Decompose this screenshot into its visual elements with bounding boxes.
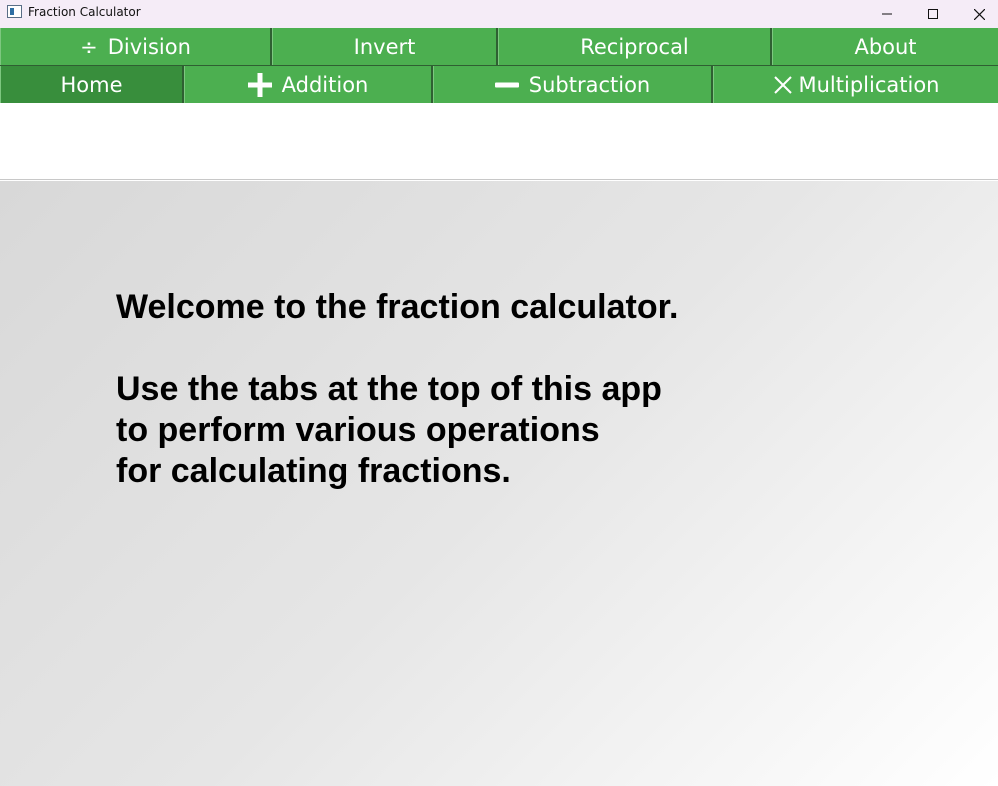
divide-icon: ÷ (80, 34, 98, 59)
tab-division[interactable]: ÷ Division (0, 28, 272, 65)
close-button[interactable] (956, 0, 998, 28)
close-icon (973, 8, 985, 20)
maximize-icon (928, 9, 938, 19)
welcome-line-2: Use the tabs at the top of this app (116, 370, 662, 408)
welcome-line-3: to perform various operations (116, 411, 600, 449)
welcome-line-1: Welcome to the fraction calculator. (116, 288, 679, 326)
maximize-button[interactable] (910, 0, 956, 28)
tab-label: Multiplication (798, 72, 940, 97)
multiply-icon (773, 75, 793, 95)
welcome-line-4: for calculating fractions. (116, 452, 511, 490)
tab-label: Reciprocal (580, 34, 689, 59)
tab-reciprocal[interactable]: Reciprocal (498, 28, 772, 65)
tab-header-strip (0, 103, 998, 180)
tab-subtraction[interactable]: Subtraction (433, 66, 713, 103)
tab-label: Invert (353, 34, 416, 59)
tab-label: Home (60, 72, 123, 97)
home-content-panel: Welcome to the fraction calculator. Use … (0, 181, 998, 786)
title-bar: Fraction Calculator (0, 0, 998, 28)
tab-home[interactable]: Home (0, 66, 184, 103)
window-title: Fraction Calculator (28, 5, 141, 19)
tab-label: Addition (281, 72, 369, 97)
tab-row-bottom: Home Addition Subtraction Multiplication (0, 66, 998, 103)
tab-row-top: ÷ Division Invert Reciprocal About (0, 28, 998, 65)
minimize-button[interactable] (864, 0, 910, 28)
tab-addition[interactable]: Addition (184, 66, 433, 103)
tab-invert[interactable]: Invert (272, 28, 498, 65)
tab-about[interactable]: About (772, 28, 998, 65)
app-window-icon (7, 5, 22, 18)
tab-multiplication[interactable]: Multiplication (713, 66, 998, 103)
welcome-text: Welcome to the fraction calculator. Use … (116, 287, 678, 492)
minimize-icon (882, 13, 892, 15)
tab-label: Subtraction (528, 72, 651, 97)
plus-icon (247, 72, 272, 97)
tab-label: Division (107, 34, 191, 59)
tab-label: About (854, 34, 917, 59)
app-window: Fraction Calculator ÷ Division Invert Re… (0, 0, 998, 786)
minus-icon (494, 73, 519, 97)
